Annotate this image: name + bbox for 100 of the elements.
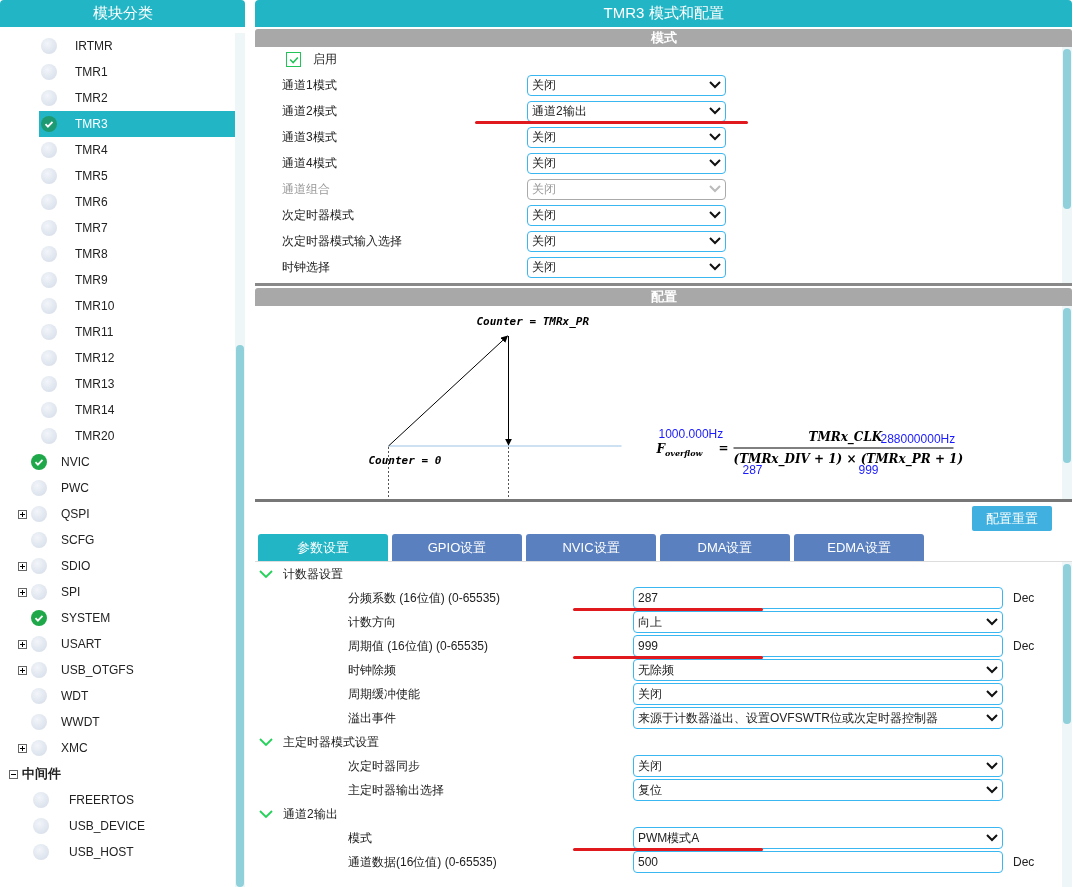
dropdown[interactable]: 关闭 [633, 683, 1003, 705]
chevron-down-icon [709, 185, 721, 193]
dropdown[interactable]: 复位 [633, 779, 1003, 801]
expand-icon[interactable] [18, 666, 27, 675]
tree-item[interactable]: QSPI [0, 501, 235, 527]
dropdown[interactable]: 关闭 [527, 74, 726, 96]
tree-item[interactable]: SCFG [0, 527, 235, 553]
tree-item[interactable]: TMR6 [39, 189, 235, 215]
chevron-down-icon [986, 786, 998, 794]
tree-item[interactable]: TMR1 [39, 59, 235, 85]
tree-item[interactable]: TMR10 [39, 293, 235, 319]
tree-item[interactable]: USB_HOST [31, 839, 235, 865]
chevron-down-icon [709, 81, 721, 89]
tree-item[interactable]: PWC [0, 475, 235, 501]
checkbox-label: 启用 [313, 51, 337, 68]
tree-item[interactable]: TMR9 [39, 267, 235, 293]
tree-item[interactable]: FREERTOS [31, 787, 235, 813]
formula-term: F$_{overflow}$ [656, 442, 703, 458]
collapse-chevron-icon[interactable] [259, 809, 273, 819]
unit-label: Dec [1013, 591, 1035, 605]
tree-item[interactable]: TMR5 [39, 163, 235, 189]
chevron-down-icon [709, 133, 721, 141]
field-label: 溢出事件 [348, 709, 397, 727]
tree-item[interactable]: NVIC [0, 449, 235, 475]
field-label: 通道4模式 [282, 154, 338, 172]
tree-item[interactable]: WWDT [0, 709, 235, 735]
tree-item[interactable]: TMR13 [39, 371, 235, 397]
tree-item[interactable]: TMR11 [39, 319, 235, 345]
tree-item[interactable]: TMR20 [39, 423, 235, 449]
chevron-down-icon [709, 263, 721, 271]
field-label: 主定时器输出选择 [348, 781, 445, 799]
dropdown[interactable]: PWM模式A [633, 827, 1003, 849]
field-label: 通道2模式 [282, 102, 338, 120]
tree-item[interactable]: USART [0, 631, 235, 657]
group-title: 主定时器模式设置 [283, 733, 379, 751]
scrollbar-thumb[interactable] [1063, 564, 1071, 724]
group-title: 计数器设置 [283, 565, 343, 583]
tree-item[interactable]: TMR4 [39, 137, 235, 163]
expand-icon[interactable] [18, 510, 27, 519]
dropdown[interactable]: 无除频 [633, 659, 1003, 681]
expand-icon[interactable] [18, 562, 27, 571]
checkbox[interactable] [286, 52, 301, 67]
tree-item[interactable]: XMC [0, 735, 235, 761]
tab[interactable]: EDMA设置 [794, 534, 924, 561]
expand-icon[interactable] [18, 640, 27, 649]
dropdown[interactable]: 关闭 [527, 152, 726, 174]
tab[interactable]: DMA设置 [660, 534, 790, 561]
tree-item[interactable]: TMR14 [39, 397, 235, 423]
tree-item[interactable]: TMR12 [39, 345, 235, 371]
dropdown[interactable]: 通道2输出 [527, 100, 726, 122]
chevron-down-icon [986, 762, 998, 770]
unit-label: Dec [1013, 855, 1035, 869]
collapse-chevron-icon[interactable] [259, 737, 273, 747]
chevron-down-icon [709, 237, 721, 245]
tree-item[interactable]: TMR8 [39, 241, 235, 267]
frequency-value: 1000.000Hz [658, 427, 724, 441]
unit-label: Dec [1013, 639, 1035, 653]
dropdown[interactable]: 关闭 [527, 204, 726, 226]
clock-value: 288000000Hz [880, 432, 956, 446]
category-label: 中间件 [22, 765, 61, 783]
formula-denominator: (TMRx_DIV + 1) × (TMRx_PR + 1) [733, 452, 964, 466]
chevron-down-icon [709, 107, 721, 115]
field-label: 通道3模式 [282, 128, 338, 146]
dropdown[interactable]: 来源于计数器溢出、设置OVFSWTR位或次定时器控制器 [633, 707, 1003, 729]
tab[interactable]: GPIO设置 [392, 534, 522, 561]
tree-item[interactable]: SDIO [0, 553, 235, 579]
section-header: 模式 [255, 29, 1072, 47]
chevron-down-icon [709, 159, 721, 167]
tree-item[interactable]: USB_OTGFS [0, 657, 235, 683]
tree-item[interactable]: IRTMR [39, 33, 235, 59]
dropdown[interactable]: 向上 [633, 611, 1003, 633]
collapse-chevron-icon[interactable] [259, 569, 273, 579]
field-label: 周期值 (16位值) (0-65535) [348, 637, 490, 655]
tab[interactable]: NVIC设置 [526, 534, 656, 561]
field-label: 通道数据(16位值) (0-65535) [348, 853, 498, 871]
scrollbar-thumb[interactable] [1063, 49, 1071, 209]
dropdown[interactable]: 关闭 [527, 126, 726, 148]
window-title: TMR3 模式和配置 [255, 0, 1072, 27]
expand-icon[interactable] [18, 744, 27, 753]
tree-item[interactable]: TMR7 [39, 215, 235, 241]
scrollbar-thumb[interactable] [236, 345, 244, 887]
field-label: 周期缓冲使能 [348, 685, 421, 703]
dropdown[interactable]: 关闭 [633, 755, 1003, 777]
field-label: 时钟选择 [282, 258, 331, 276]
panel-title: 模块分类 [0, 0, 245, 27]
tree-item[interactable]: WDT [0, 683, 235, 709]
divider-value: 287 [742, 463, 763, 477]
field-label: 时钟除频 [348, 661, 397, 679]
tree-item[interactable]: SYSTEM [0, 605, 235, 631]
tree-item[interactable]: SPI [0, 579, 235, 605]
dropdown[interactable]: 关闭 [527, 230, 726, 252]
field-label: 次定时器模式 [282, 206, 355, 224]
dropdown[interactable]: 关闭 [527, 256, 726, 278]
tree-item[interactable]: USB_DEVICE [31, 813, 235, 839]
tree-item[interactable]: TMR2 [39, 85, 235, 111]
scrollbar-thumb[interactable] [1063, 308, 1071, 463]
expand-icon[interactable] [18, 588, 27, 597]
collapse-icon[interactable] [9, 769, 18, 779]
input-field[interactable]: 500 [633, 851, 1003, 873]
field-label: 计数方向 [348, 613, 397, 631]
